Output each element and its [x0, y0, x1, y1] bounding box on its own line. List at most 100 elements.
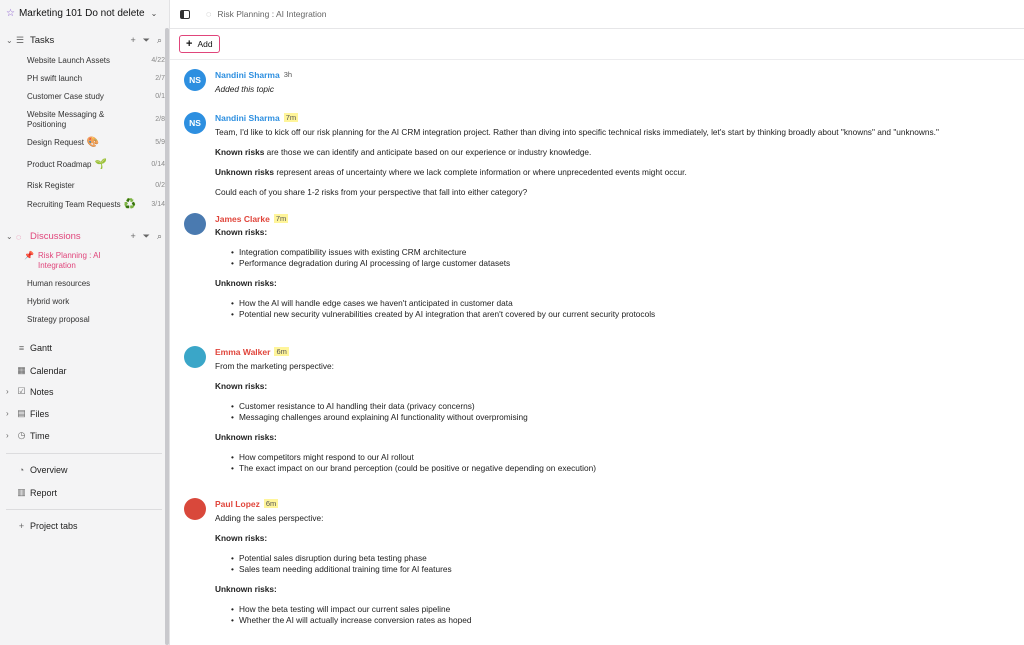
sidebar-item-task-list[interactable]: Product Roadmap 🌱 0/14 — [27, 160, 165, 170]
filter-icon[interactable]: ⏷ — [143, 231, 150, 242]
sidebar-item-gantt[interactable]: ≡ Gantt — [6, 343, 52, 353]
timestamp: 6m — [274, 347, 289, 356]
task-list-label: Website Messaging & Positioning — [27, 110, 105, 129]
add-discussion-icon[interactable]: + — [130, 231, 135, 242]
gantt-icon: ≡ — [18, 343, 25, 353]
gantt-label: Gantt — [30, 343, 53, 353]
list-item: How the beta testing will impact our cur… — [231, 604, 1005, 615]
avatar[interactable] — [184, 213, 206, 235]
author-name[interactable]: James Clarke — [215, 214, 270, 224]
task-list-label: Design Request — [27, 138, 84, 147]
project-tabs-button[interactable]: + Project tabs — [6, 521, 78, 531]
timestamp: 7m — [273, 214, 289, 223]
top-bar: ◌ Risk Planning : AI Integration — [170, 0, 1024, 29]
comment-paragraph: Could each of you share 1-2 risks from y… — [215, 187, 528, 197]
avatar[interactable]: NS — [184, 112, 206, 134]
avatar[interactable]: NS — [184, 69, 206, 91]
section-heading: Known risks: — [215, 227, 268, 237]
bold-text: Unknown risks — [215, 167, 275, 177]
avatar[interactable] — [184, 346, 206, 368]
tasks-label: Tasks — [30, 35, 55, 46]
sidebar-scrollbar[interactable] — [165, 28, 169, 645]
author-name[interactable]: Nandini Sharma — [215, 70, 280, 80]
author-name[interactable]: Nandini Sharma — [215, 113, 280, 123]
divider — [6, 453, 162, 454]
comment-paragraph: Unknown risks represent areas of uncerta… — [215, 167, 1005, 178]
tasks-section-header[interactable]: ⌄ ☰ Tasks + ⏷ ⌕ — [6, 35, 162, 46]
discussions-label: Discussions — [30, 231, 81, 242]
add-task-list-icon[interactable]: + — [130, 35, 135, 46]
sidebar-item-task-list[interactable]: Design Request 🎨 5/9 — [27, 138, 165, 148]
sidebar-item-time[interactable]: › ◷ Time — [6, 430, 50, 441]
sidebar-item-overview[interactable]: ◔ Overview — [6, 465, 68, 475]
toggle-sidebar-icon[interactable] — [180, 9, 190, 19]
sidebar-item-task-list[interactable]: Recruiting Team Requests ♻️ 3/14 — [27, 200, 165, 210]
task-list-icon: ☰ — [16, 35, 25, 45]
timestamp: 7m — [283, 113, 299, 122]
search-icon[interactable]: ⌕ — [157, 231, 162, 242]
comment-paragraph: Adding the sales perspective: — [215, 513, 324, 523]
paragraph-text: are those we can identify and anticipate… — [264, 147, 592, 157]
task-count: 2/7 — [155, 75, 165, 82]
author-name[interactable]: Emma Walker — [215, 347, 270, 357]
task-list-label: Recruiting Team Requests — [27, 200, 121, 209]
task-count: 5/9 — [155, 139, 165, 146]
sidebar-item-discussion[interactable]: Hybrid work — [27, 297, 165, 307]
comment-text: Added this topic — [215, 84, 275, 94]
sidebar-item-calendar[interactable]: ▦ Calendar — [6, 365, 66, 376]
task-list-label: Customer Case study — [27, 92, 104, 101]
bar-chart-icon: ▥ — [17, 487, 26, 497]
bullet-list: How competitors might respond to our AI … — [231, 452, 1005, 474]
workspace-selector[interactable]: ☆ Marketing 101 Do not delete ⌄ — [6, 8, 157, 19]
list-item: Potential sales disruption during beta t… — [231, 553, 1005, 564]
list-item: Messaging challenges around explaining A… — [231, 412, 1005, 423]
sidebar-item-discussion[interactable]: Strategy proposal — [27, 315, 165, 325]
notes-icon: ☑ — [17, 386, 26, 396]
sidebar-item-report[interactable]: ▥ Report — [6, 487, 57, 498]
discussion-label: Risk Planning : AI Integration — [38, 251, 101, 270]
star-icon[interactable]: ☆ — [6, 8, 15, 19]
search-icon[interactable]: ⌕ — [157, 35, 162, 46]
sidebar-item-discussion-active[interactable]: 📌 Risk Planning : AI Integration — [24, 251, 128, 271]
filter-icon[interactable]: ⏷ — [143, 35, 150, 46]
chevron-down-icon[interactable]: ⌄ — [6, 36, 16, 45]
chevron-right-icon[interactable]: › — [6, 409, 15, 418]
task-list-label: PH swift launch — [27, 74, 83, 83]
sidebar-item-task-list[interactable]: Risk Register 0/2 — [27, 181, 165, 191]
list-item: Whether the AI will actually increase co… — [231, 615, 1005, 626]
breadcrumb-title: Risk Planning : AI Integration — [217, 9, 327, 19]
task-count: 2/8 — [155, 116, 165, 123]
file-icon: ▤ — [17, 408, 26, 418]
sidebar-item-notes[interactable]: › ☑ Notes — [6, 386, 54, 397]
section-heading: Known risks: — [215, 381, 268, 391]
divider — [6, 509, 162, 510]
sidebar: ☆ Marketing 101 Do not delete ⌄ ⌄ ☰ Task… — [0, 0, 170, 645]
comment-paragraph: Team, I'd like to kick off our risk plan… — [215, 127, 939, 137]
add-button[interactable]: + Add — [179, 35, 220, 53]
sidebar-item-files[interactable]: › ▤ Files — [6, 408, 49, 419]
timestamp: 6m — [263, 499, 279, 508]
chevron-down-icon[interactable]: ⌄ — [151, 9, 158, 18]
sidebar-item-task-list[interactable]: Website Messaging & Positioning 2/8 — [27, 110, 165, 130]
chat-bubble-icon: ◌ — [206, 9, 212, 19]
list-item: The exact impact on our brand perception… — [231, 463, 1005, 474]
task-count: 0/2 — [155, 182, 165, 189]
chevron-down-icon[interactable]: ⌄ — [6, 232, 16, 241]
section-heading: Unknown risks: — [215, 278, 277, 288]
sidebar-item-discussion[interactable]: Human resources — [27, 279, 165, 289]
avatar[interactable] — [184, 498, 206, 520]
sidebar-item-task-list[interactable]: PH swift launch 2/7 — [27, 74, 165, 84]
sidebar-item-task-list[interactable]: Website Launch Assets 4/22 — [27, 56, 165, 66]
action-bar: + Add — [170, 30, 1024, 60]
comment-paragraph: Known risks are those we can identify an… — [215, 147, 1005, 158]
discussions-section-header[interactable]: ⌄ ◌ Discussions + ⏷ ⌕ — [6, 231, 162, 242]
list-item: Potential new security vulnerabilities c… — [231, 309, 1005, 320]
plus-icon: + — [18, 521, 25, 531]
chevron-right-icon[interactable]: › — [6, 431, 15, 440]
gauge-icon: ◔ — [18, 465, 25, 475]
author-name[interactable]: Paul Lopez — [215, 499, 260, 509]
sidebar-item-task-list[interactable]: Customer Case study 0/1 — [27, 92, 165, 102]
chevron-right-icon[interactable]: › — [6, 387, 15, 396]
discussion-label: Human resources — [27, 279, 91, 288]
project-tabs-label: Project tabs — [30, 521, 78, 531]
